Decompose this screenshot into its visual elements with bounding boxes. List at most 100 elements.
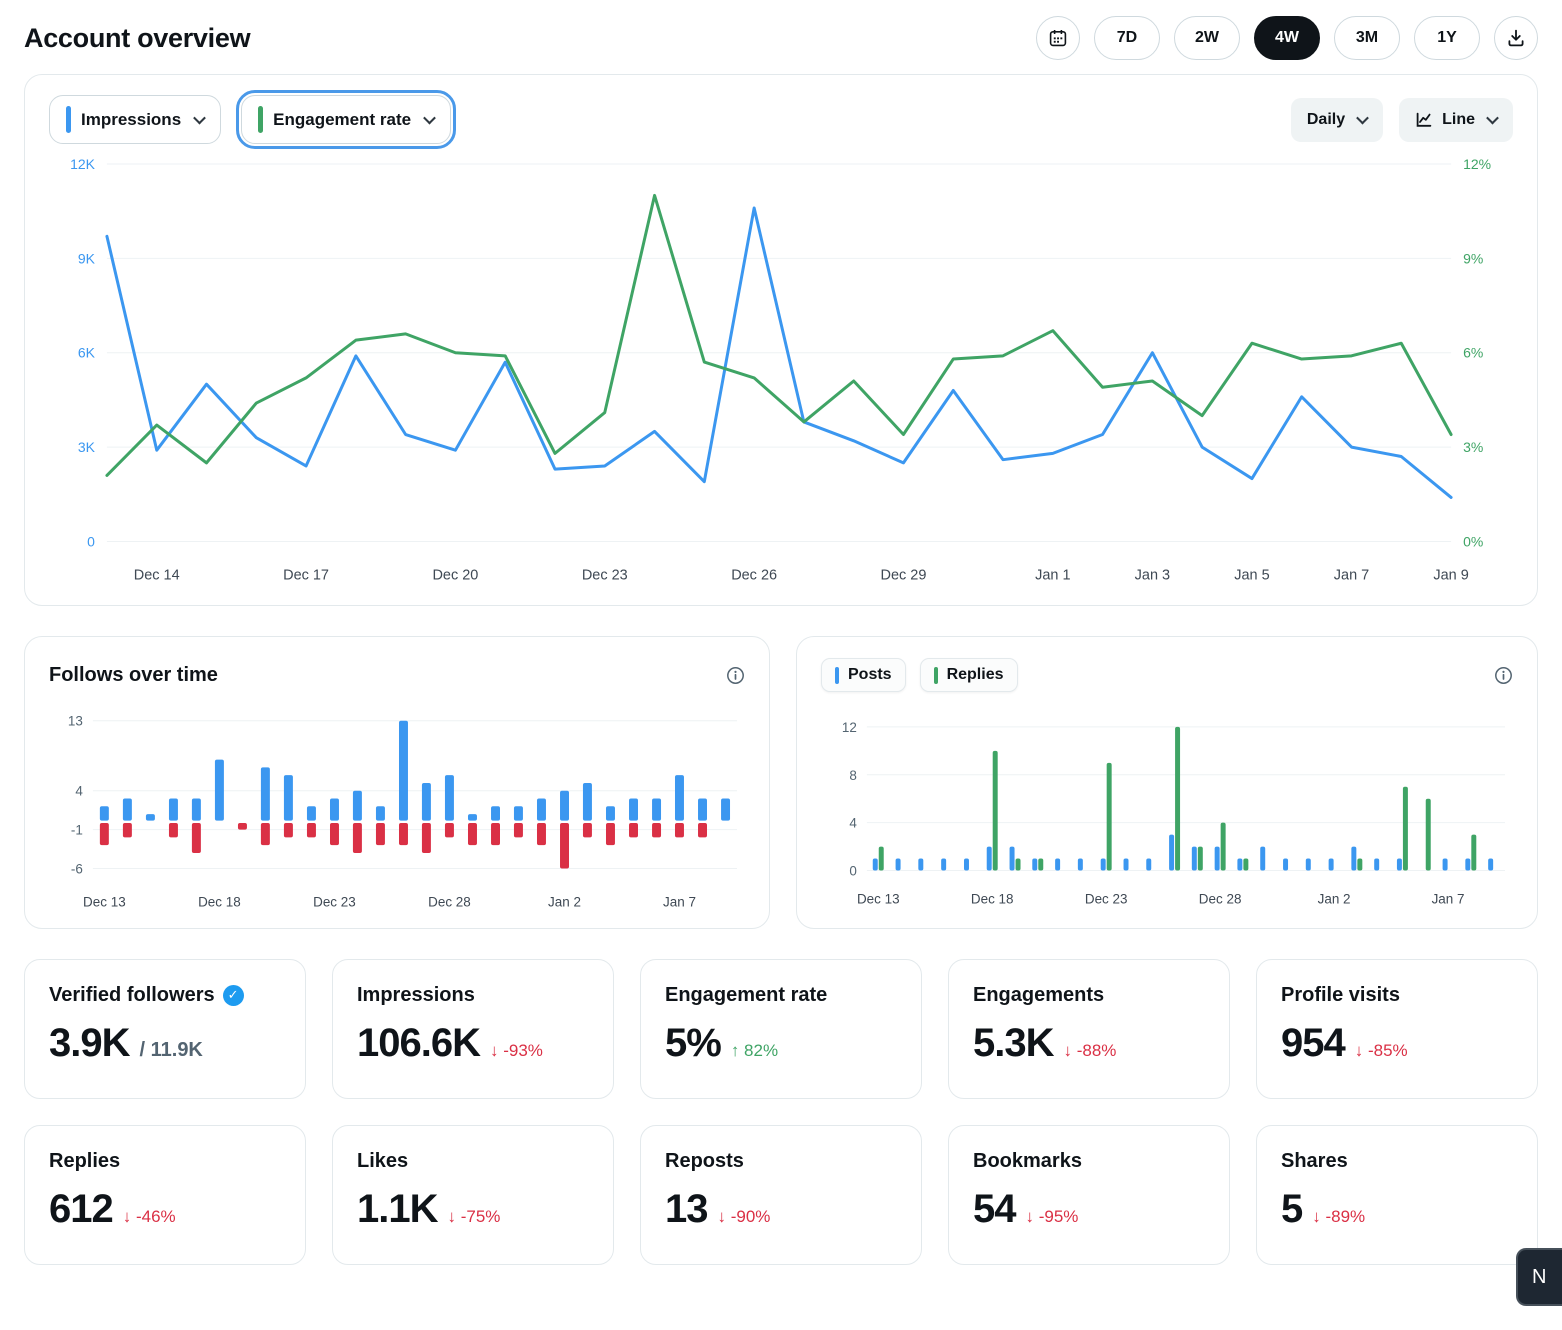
engagement-rate-color-indicator	[258, 106, 263, 133]
axis-label: Jan 2	[1318, 892, 1351, 907]
replies-bar	[1107, 763, 1112, 871]
follows-bar	[698, 799, 707, 821]
axis-label: 3K	[78, 439, 96, 455]
axis-label: 0	[87, 533, 95, 549]
stats-grid: Verified followers✓3.9K/ 11.9KImpression…	[24, 959, 1538, 1265]
axis-label: Dec 28	[428, 895, 471, 910]
replies-bar	[879, 847, 884, 871]
unfollows-bar	[261, 823, 270, 845]
stat-card-impressions: Impressions 106.6K ↓ -93%	[332, 959, 614, 1099]
next-overlay-button[interactable]: N	[1516, 1248, 1562, 1306]
axis-label: Dec 20	[432, 567, 478, 583]
unfollows-bar	[537, 823, 546, 845]
arrow-down-icon: ↓	[1026, 1207, 1039, 1226]
range-button-7d[interactable]: 7D	[1094, 16, 1160, 60]
download-button[interactable]	[1494, 16, 1538, 60]
stat-delta-likes: ↓ -75%	[448, 1207, 501, 1227]
follows-bar	[537, 799, 546, 821]
metric-chip-impressions[interactable]: Impressions	[49, 95, 221, 144]
download-icon	[1506, 28, 1526, 48]
stat-title-impressions: Impressions	[357, 984, 475, 1007]
metric-chip-engagement-rate-label: Engagement rate	[273, 110, 411, 130]
follows-bar	[376, 807, 385, 821]
posts-bar	[1215, 847, 1220, 871]
replies-bar	[1198, 847, 1203, 871]
axis-label: Dec 14	[134, 567, 180, 583]
follows-bar	[284, 776, 293, 821]
arrow-down-icon: ↓	[448, 1207, 461, 1226]
info-icon[interactable]	[1494, 666, 1513, 685]
arrow-down-icon: ↓	[490, 1041, 503, 1060]
stat-card-verified-followers: Verified followers✓3.9K/ 11.9K	[24, 959, 306, 1099]
chevron-down-icon	[1356, 112, 1369, 125]
axis-label: 12	[842, 720, 857, 735]
stat-value-likes: 1.1K	[357, 1187, 438, 1232]
replies-bar	[993, 751, 998, 871]
replies-bar	[1357, 859, 1362, 871]
topbar: Account overview 7D 2W 4W 3M 1Y	[0, 0, 1562, 74]
posts-bar	[1169, 835, 1174, 871]
axis-label: 4	[849, 816, 857, 831]
range-button-3m[interactable]: 3M	[1334, 16, 1400, 60]
stat-title-bookmarks: Bookmarks	[973, 1150, 1082, 1173]
axis-label: Dec 23	[1085, 892, 1128, 907]
stat-card-shares: Shares5↓ -89%	[1256, 1125, 1538, 1265]
posts-bar	[1306, 859, 1311, 871]
granularity-label: Daily	[1307, 111, 1345, 129]
stat-delta-profile-visits: ↓ -85%	[1355, 1041, 1408, 1061]
arrow-down-icon: ↓	[1312, 1207, 1325, 1226]
legend-replies[interactable]: Replies	[920, 658, 1018, 692]
unfollows-bar	[399, 823, 408, 845]
stat-card-engagement-rate: Engagement rate5%↑ 82%	[640, 959, 922, 1099]
calendar-button[interactable]	[1036, 16, 1080, 60]
stat-delta-value: -46%	[136, 1207, 176, 1226]
stat-value-impressions: 106.6K	[357, 1021, 480, 1066]
stat-title-likes: Likes	[357, 1150, 408, 1173]
info-icon[interactable]	[726, 666, 745, 685]
unfollows-bar	[514, 823, 523, 837]
metric-chip-impressions-label: Impressions	[81, 110, 181, 130]
chart-type-select[interactable]: Line	[1399, 98, 1513, 142]
follows-bar	[491, 807, 500, 821]
stat-title-profile-visits: Profile visits	[1281, 984, 1400, 1007]
range-button-2w[interactable]: 2W	[1174, 16, 1240, 60]
axis-label: Dec 29	[881, 567, 927, 583]
replies-bar	[1426, 799, 1431, 871]
stat-value-bookmarks: 54	[973, 1187, 1016, 1232]
stat-delta-impressions: ↓ -93%	[490, 1041, 543, 1061]
axis-label: Dec 23	[313, 895, 356, 910]
posts-bar	[1101, 859, 1106, 871]
axis-label: Dec 13	[857, 892, 900, 907]
axis-label: Dec 23	[582, 567, 628, 583]
replies-color-indicator	[934, 667, 938, 684]
unfollows-bar	[422, 823, 431, 853]
unfollows-bar	[560, 823, 569, 868]
range-button-1y[interactable]: 1Y	[1414, 16, 1480, 60]
follows-bar	[169, 799, 178, 821]
stat-card-profile-visits: Profile visits954↓ -85%	[1256, 959, 1538, 1099]
stat-delta-engagement-rate: ↑ 82%	[731, 1041, 778, 1061]
chart-controls: Daily Line	[1291, 98, 1513, 142]
stat-delta-value: -85%	[1368, 1041, 1408, 1060]
axis-label: 6%	[1463, 345, 1483, 361]
follows-bar	[100, 807, 109, 821]
unfollows-bar	[445, 823, 454, 837]
unfollows-bar	[491, 823, 500, 845]
range-button-4w[interactable]: 4W	[1254, 16, 1320, 60]
unfollows-bar	[284, 823, 293, 837]
posts-card-header: Posts Replies	[821, 657, 1513, 693]
arrow-down-icon: ↓	[1355, 1041, 1368, 1060]
granularity-select[interactable]: Daily	[1291, 98, 1383, 142]
stat-value-shares: 5	[1281, 1187, 1302, 1232]
unfollows-bar	[629, 823, 638, 837]
main-chart-svg: 00%3K3%6K6%9K9%12K12%Dec 14Dec 17Dec 20D…	[49, 150, 1513, 595]
follows-bar	[261, 768, 270, 821]
axis-label: -1	[71, 823, 83, 838]
follows-bar	[514, 807, 523, 821]
stat-delta-value: -75%	[461, 1207, 501, 1226]
stat-delta-reposts: ↓ -90%	[718, 1207, 771, 1227]
metric-chip-engagement-rate[interactable]: Engagement rate	[241, 95, 451, 144]
stat-delta-bookmarks: ↓ -95%	[1026, 1207, 1079, 1227]
stat-card-engagements: Engagements5.3K↓ -88%	[948, 959, 1230, 1099]
legend-posts[interactable]: Posts	[821, 658, 906, 692]
